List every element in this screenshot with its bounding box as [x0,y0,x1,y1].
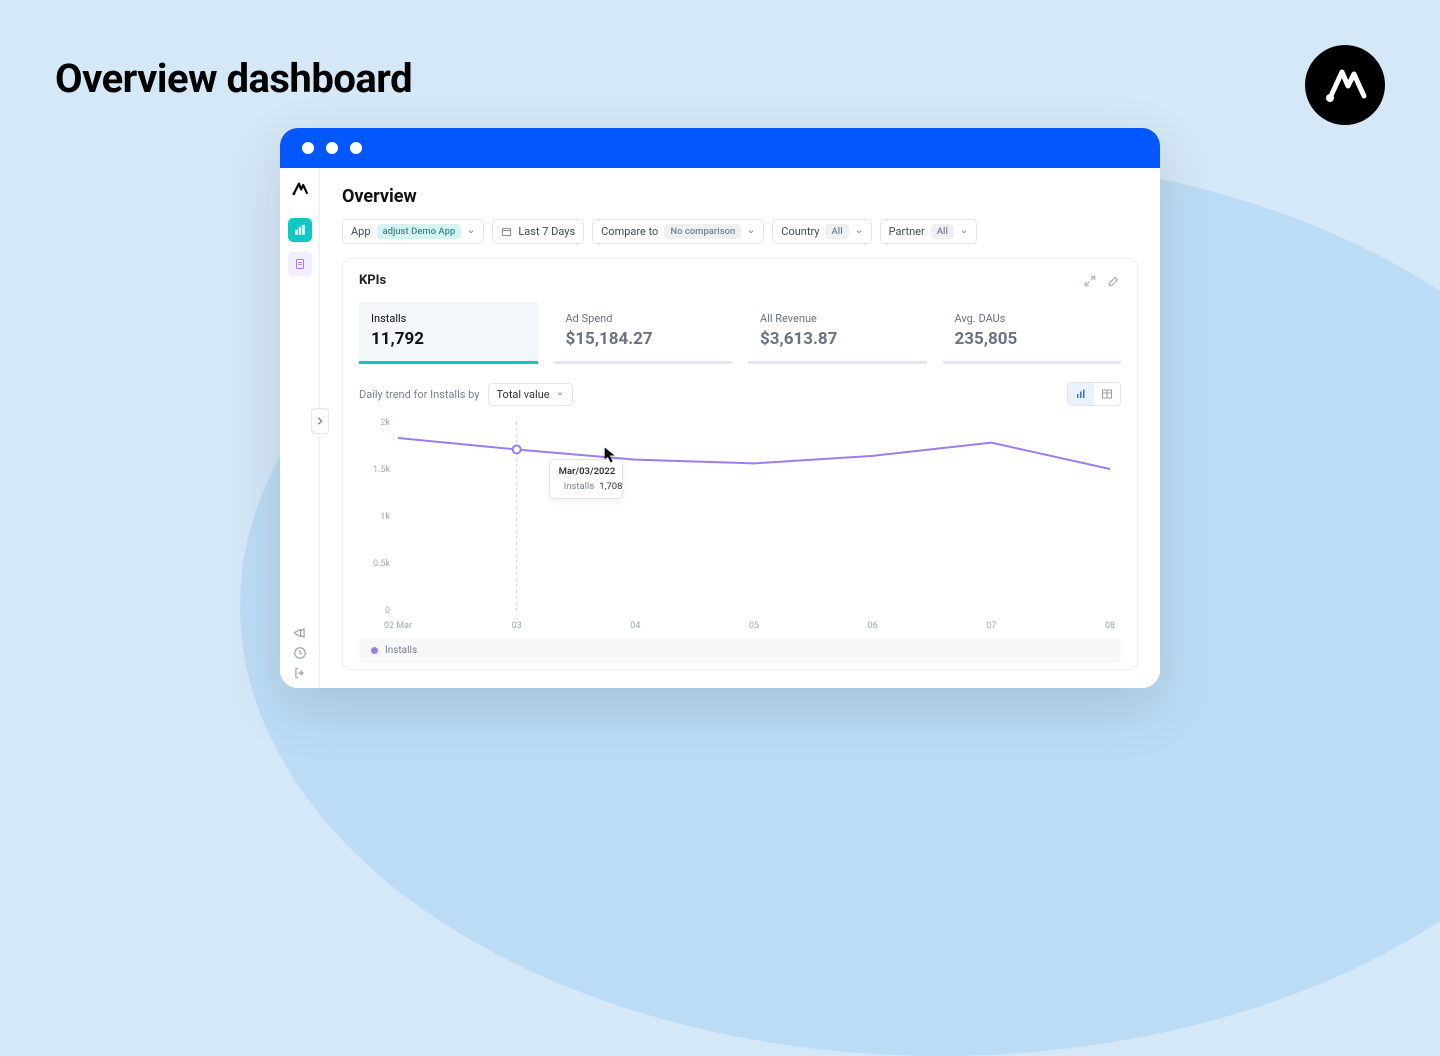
panel-header: KPIs [359,273,1121,288]
filter-partner-label: Partner [889,225,925,238]
megaphone-icon[interactable] [293,626,307,640]
filter-compare[interactable]: Compare to No comparison [592,219,764,244]
main-content: Overview App adjust Demo App Last 7 Days… [320,168,1160,688]
svg-text:08: 08 [1105,621,1115,631]
tooltip-date: Mar/03/2022 [559,466,613,477]
line-chart-svg: 0 0.5k 1k 1.5k 2k 02 Mar 03 04 05 06 07 08 Mar/03/20… [359,414,1121,634]
sidebar-logo-icon [291,180,309,198]
kpi-value: $3,613.87 [760,329,915,349]
tooltip-series: Installs [564,481,595,492]
window-control-close[interactable] [302,142,314,154]
filter-compare-label: Compare to [601,225,658,238]
kpi-value: 11,792 [371,329,526,349]
legend-series-label: Installs [385,645,417,656]
filter-app-label: App [351,225,371,238]
kpi-card-all-revenue[interactable]: All Revenue $3,613.87 [748,302,927,364]
tooltip-value: 1,708 [599,481,622,492]
expand-icon[interactable] [1083,274,1097,288]
trend-select-value: Total value [497,388,550,401]
chevron-right-icon [316,416,324,426]
kpi-label: All Revenue [760,312,915,325]
filter-country-label: Country [781,225,819,238]
filter-date-value: Last 7 Days [518,225,575,238]
kpi-panel: KPIs Installs 11,792 Ad Spend $15,184.27 All… [342,258,1138,670]
overview-title: Overview [342,186,1138,207]
svg-text:05: 05 [749,621,759,631]
filter-app[interactable]: App adjust Demo App [342,219,484,244]
panel-title: KPIs [359,273,386,288]
filter-compare-value: No comparison [664,224,741,239]
kpi-value: $15,184.27 [566,329,721,349]
chevron-down-icon [467,228,475,236]
window-titlebar [280,128,1160,168]
legend-dot-icon [371,647,378,654]
kpi-card-installs[interactable]: Installs 11,792 [359,302,538,364]
svg-text:02 Mar: 02 Mar [384,621,412,631]
svg-text:06: 06 [868,621,878,631]
nav-reports[interactable] [288,252,312,276]
brand-logo [1305,45,1385,125]
page-title: Overview dashboard [55,55,412,102]
svg-text:07: 07 [986,621,996,631]
nav-dashboard[interactable] [288,218,312,242]
filter-partner[interactable]: Partner All [880,219,977,244]
svg-text:0: 0 [385,606,390,616]
document-icon [294,258,306,270]
chevron-down-icon [556,390,564,398]
kpi-label: Installs [371,312,526,325]
filter-bar: App adjust Demo App Last 7 Days Compare … [342,219,1138,244]
app-window: Overview App adjust Demo App Last 7 Days… [280,128,1160,688]
filter-country-value: All [825,224,848,239]
adjust-logo-icon [1320,60,1370,110]
logout-icon[interactable] [293,666,307,680]
edit-icon[interactable] [1107,274,1121,288]
svg-text:1.5k: 1.5k [373,465,390,475]
filter-partner-value: All [931,224,954,239]
window-control-zoom[interactable] [350,142,362,154]
kpi-card-ad-spend[interactable]: Ad Spend $15,184.27 [554,302,733,364]
clock-icon[interactable] [293,646,307,660]
kpi-card-avg-daus[interactable]: Avg. DAUs 235,805 [943,302,1122,364]
kpi-value: 235,805 [955,329,1110,349]
sidebar-bottom [293,626,307,680]
view-table-button[interactable] [1094,383,1120,405]
view-toggle [1067,382,1121,406]
trend-select[interactable]: Total value [488,383,573,406]
chart-icon [1075,388,1087,400]
filter-country[interactable]: Country All [772,219,871,244]
chevron-down-icon [960,228,968,236]
svg-text:0.5k: 0.5k [373,559,390,569]
panel-actions [1083,274,1121,288]
view-chart-button[interactable] [1068,383,1094,405]
kpi-label: Ad Spend [566,312,721,325]
svg-text:04: 04 [630,621,640,631]
trend-controls: Daily trend for Installs by Total value [359,382,1121,406]
sidebar-expand-handle[interactable] [311,408,329,434]
chevron-down-icon [747,228,755,236]
trend-label: Daily trend for Installs by [359,388,480,401]
window-control-minimize[interactable] [326,142,338,154]
svg-text:03: 03 [512,621,522,631]
svg-text:1k: 1k [380,512,390,522]
chevron-down-icon [855,228,863,236]
table-icon [1101,388,1113,400]
app-body: Overview App adjust Demo App Last 7 Days… [280,168,1160,688]
kpi-row: Installs 11,792 Ad Spend $15,184.27 All Reve… [359,302,1121,364]
svg-text:2k: 2k [380,418,390,428]
kpi-label: Avg. DAUs [955,312,1110,325]
bar-chart-icon [294,224,306,236]
filter-app-value: adjust Demo App [377,224,462,239]
chart[interactable]: 0 0.5k 1k 1.5k 2k 02 Mar 03 04 05 06 07 08 Mar/03/20… [359,414,1121,634]
calendar-icon [501,226,512,237]
filter-date-range[interactable]: Last 7 Days [492,219,584,244]
chart-legend: Installs [359,638,1121,663]
chart-tooltip: Mar/03/2022 Installs 1,708 [549,459,623,499]
